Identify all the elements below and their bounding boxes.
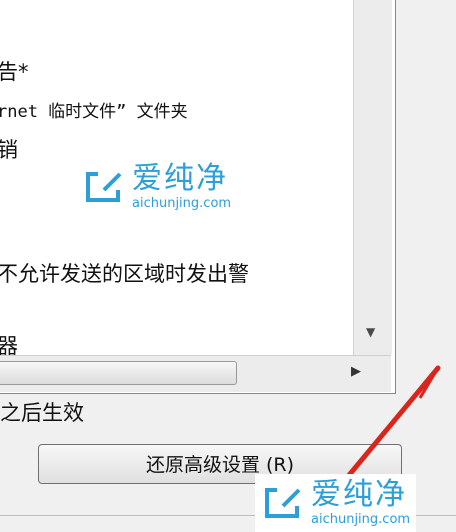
scroll-down-icon[interactable]: ▼ <box>366 325 375 339</box>
list-item[interactable]: 告* <box>0 59 29 85</box>
watermark-mark-icon <box>84 172 122 202</box>
horizontal-scroll-thumb[interactable] <box>0 361 237 385</box>
watermark-url: aichunjing.com <box>311 512 411 527</box>
list-item[interactable]: rnet 临时文件” 文件夹 <box>0 99 188 125</box>
vertical-scrollbar[interactable]: ▼ <box>353 0 392 355</box>
watermark-mark-icon <box>263 488 301 518</box>
scroll-right-icon[interactable]: ▶ <box>351 364 361 379</box>
restart-note: 之后生效 <box>0 401 84 425</box>
watermark-logo: 爱纯净 aichunjing.com <box>255 474 417 532</box>
list-item[interactable]: 不允许发送的区域时发出警 <box>0 261 249 287</box>
watermark-brand: 爱纯净 <box>132 161 228 196</box>
watermark-url: aichunjing.com <box>132 196 232 211</box>
horizontal-scrollbar[interactable]: ▶ <box>0 355 391 392</box>
list-item[interactable]: 销 <box>0 137 18 163</box>
watermark-logo: 爱纯净 aichunjing.com <box>84 164 231 210</box>
watermark-brand: 爱纯净 <box>311 477 407 512</box>
